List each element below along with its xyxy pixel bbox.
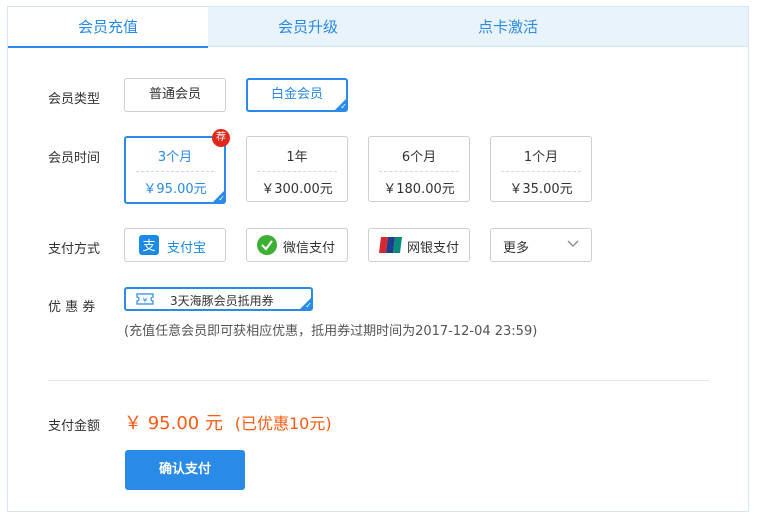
selected-check-icon: [212, 190, 225, 204]
membership-type-platinum-button[interactable]: 白金会员: [246, 78, 348, 112]
coupon-select[interactable]: ¥ 3天海豚会员抵用券: [124, 287, 313, 311]
period-1-year-button[interactable]: 1年 ￥300.00元: [246, 136, 348, 202]
membership-period-label: 会员时间: [48, 151, 101, 166]
coupon-note: (充值任意会员即可获相应优惠，抵用券过期时间为2017-12-04 23:59): [124, 324, 538, 339]
section-divider: [48, 380, 709, 381]
pay-wechat-button[interactable]: 微信支付: [246, 228, 348, 262]
period-price: ￥35.00元: [509, 182, 573, 197]
membership-type-normal-button[interactable]: 普通会员: [124, 78, 226, 112]
period-name: 6个月: [401, 150, 437, 165]
payment-amount: ￥ 95.00 元 (已优惠10元): [124, 409, 332, 435]
confirm-pay-button[interactable]: 确认支付: [125, 450, 245, 490]
alipay-icon: 支: [139, 235, 159, 255]
period-3-months-button[interactable]: 3个月 ￥95.00元 荐: [124, 129, 230, 204]
recharge-panel: 会员充值 会员升级 点卡激活 会员类型 普通会员 白金会员 会员时间 3个月 ￥…: [7, 6, 749, 512]
coupon-label: 优 惠 券: [48, 300, 96, 315]
period-divider: [501, 171, 581, 172]
payment-discount: (已优惠10元): [234, 414, 332, 433]
more-payment-select[interactable]: 更多: [490, 228, 592, 262]
period-divider: [136, 171, 214, 172]
period-6-months-button[interactable]: 6个月 ￥180.00元: [368, 136, 470, 202]
period-name: 1个月: [523, 150, 559, 165]
period-1-month-button[interactable]: 1个月 ￥35.00元: [490, 136, 592, 202]
membership-type-label: 会员类型: [48, 92, 101, 107]
payment-method-label: 支付方式: [48, 242, 101, 257]
more-payment-label: 更多: [503, 241, 530, 256]
wechat-icon: [257, 235, 277, 255]
membership-type-normal-label: 普通会员: [148, 87, 201, 102]
tab-member-recharge[interactable]: 会员充值: [8, 7, 208, 48]
payment-amount-label: 支付金额: [48, 419, 101, 434]
pay-alipay-button[interactable]: 支 支付宝: [124, 228, 226, 262]
membership-type-platinum-label: 白金会员: [270, 87, 323, 102]
period-divider: [379, 171, 459, 172]
period-price: ￥300.00元: [261, 182, 333, 197]
pay-unionpay-label: 网银支付: [407, 241, 460, 256]
svg-text:¥: ¥: [143, 297, 148, 305]
selected-check-icon: [334, 98, 347, 112]
pay-alipay-label: 支付宝: [167, 241, 207, 256]
chevron-down-icon: [567, 240, 579, 247]
tab-member-upgrade[interactable]: 会员升级: [208, 7, 408, 47]
coupon-selected-label: 3天海豚会员抵用券: [170, 294, 274, 308]
payment-amount-value: ￥ 95.00 元: [124, 413, 223, 434]
tab-card-activation[interactable]: 点卡激活: [408, 7, 608, 47]
period-name: 1年: [286, 150, 308, 165]
unionpay-icon: [379, 237, 402, 253]
selected-check-icon: [299, 297, 312, 311]
recommend-badge: 荐: [212, 129, 230, 147]
svg-text:支: 支: [142, 239, 155, 254]
ticket-icon: ¥: [136, 293, 154, 305]
pay-wechat-label: 微信支付: [283, 241, 336, 256]
period-price: ￥95.00元: [143, 182, 207, 197]
period-name: 3个月: [157, 150, 193, 165]
period-divider: [257, 171, 337, 172]
tab-bar: 会员充值 会员升级 点卡激活: [8, 7, 748, 48]
period-price: ￥180.00元: [383, 182, 455, 197]
pay-unionpay-button[interactable]: 网银支付: [368, 228, 470, 262]
